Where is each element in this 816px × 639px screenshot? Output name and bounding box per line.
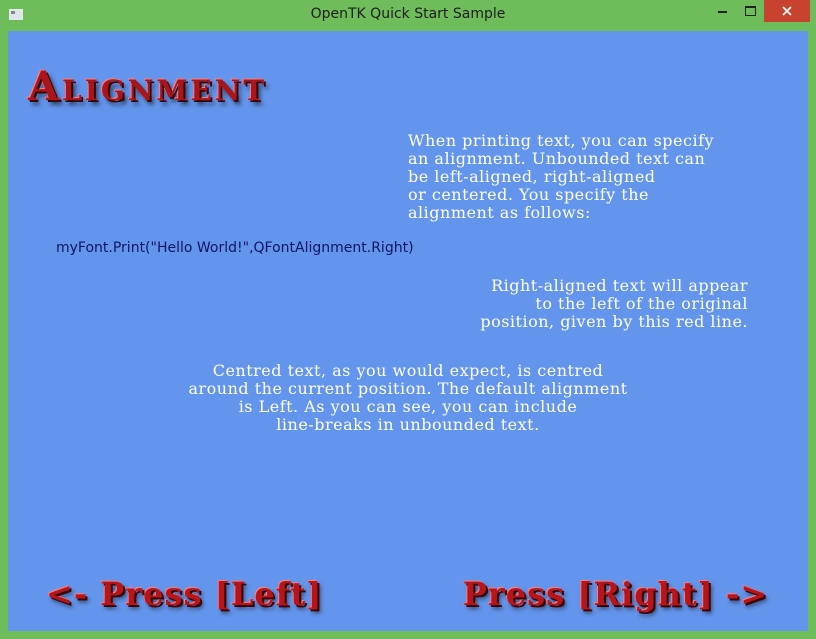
maximize-button[interactable] bbox=[737, 0, 763, 22]
next-page-prompt[interactable]: Press [Right] -> bbox=[463, 578, 768, 610]
title-bar: OpenTK Quick Start Sample bbox=[0, 0, 816, 31]
page-title: Alignment bbox=[28, 63, 268, 110]
intro-paragraph: When printing text, you can specify an a… bbox=[408, 132, 714, 222]
close-icon bbox=[782, 6, 792, 16]
close-button[interactable] bbox=[764, 0, 810, 22]
minimize-icon bbox=[717, 11, 727, 13]
render-canvas: Alignment When printing text, you can sp… bbox=[8, 31, 808, 631]
right-aligned-paragraph: Right-aligned text will appear to the le… bbox=[480, 277, 748, 331]
minimize-button[interactable] bbox=[708, 0, 736, 22]
window-title: OpenTK Quick Start Sample bbox=[310, 6, 506, 22]
text-line: Right-aligned text will appear bbox=[491, 276, 748, 295]
text-line: be left-aligned, right-aligned bbox=[408, 167, 656, 186]
text-line: When printing text, you can specify bbox=[408, 131, 715, 150]
maximize-icon bbox=[744, 6, 756, 16]
text-line: position, given by this red line. bbox=[480, 312, 748, 331]
text-line: around the current position. The default… bbox=[188, 379, 628, 398]
text-line: alignment as follows: bbox=[408, 203, 591, 222]
code-example: myFont.Print("Hello World!",QFontAlignme… bbox=[56, 240, 414, 256]
text-line: an alignment. Unbounded text can bbox=[408, 149, 706, 168]
text-line: to the left of the original bbox=[535, 294, 748, 313]
previous-page-prompt[interactable]: <- Press [Left] bbox=[46, 578, 322, 610]
text-line: Centred text, as you would expect, is ce… bbox=[212, 361, 604, 380]
text-line: or centered. You specify the bbox=[408, 185, 649, 204]
text-line: is Left. As you can see, you can include bbox=[238, 397, 578, 416]
text-line: line-breaks in unbounded text. bbox=[276, 415, 540, 434]
centered-paragraph: Centred text, as you would expect, is ce… bbox=[8, 362, 808, 434]
